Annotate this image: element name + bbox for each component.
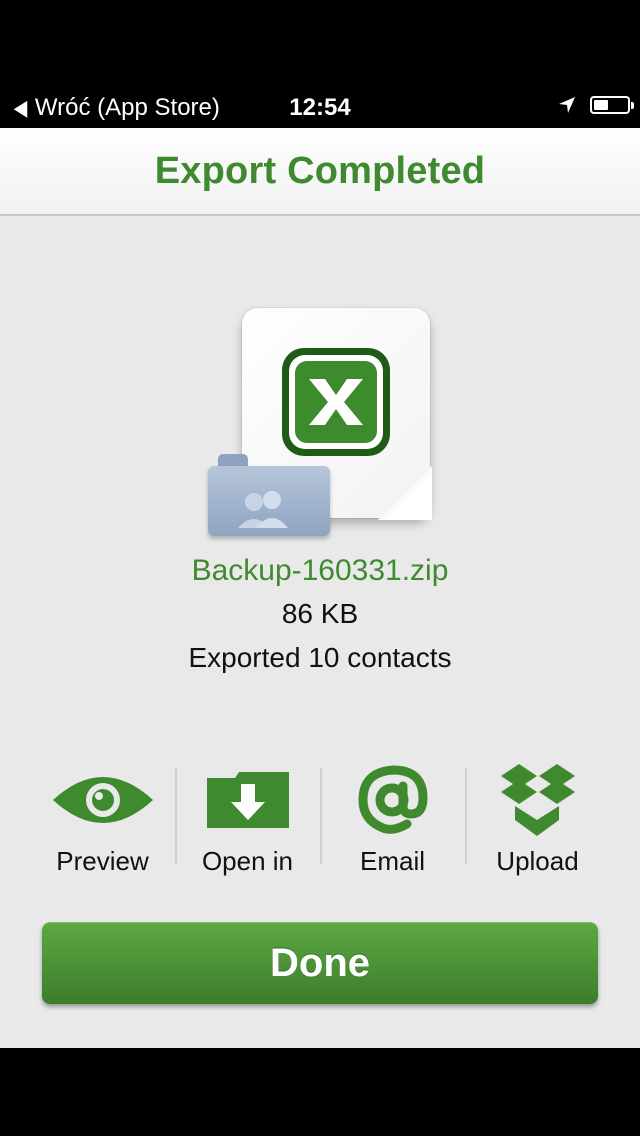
excel-icon [282,348,390,456]
folder-download-icon [205,764,291,836]
file-size: 86 KB [281,598,359,629]
status-time: 12:54 [289,94,351,121]
battery-level [594,100,608,110]
upload-label: Upload [496,846,579,876]
dropbox-icon [499,764,577,836]
email-label: Email [359,846,425,876]
preview-label: Preview [56,846,149,876]
share-actions: Preview Open in Email Upload [30,764,610,880]
eye-icon [51,764,155,836]
open-in-button[interactable]: Open in [175,764,320,880]
status-indicators [558,96,634,114]
location-arrow-icon [559,97,575,113]
open-in-label: Open in [201,846,294,876]
preview-button[interactable]: Preview [30,764,175,880]
email-button[interactable]: Email [320,764,465,880]
status-bar: ◀ Wróć (App Store) 12:54 [0,88,640,128]
export-summary: Backup-160331.zip 86 KB Exported 10 cont… [0,216,640,1048]
done-button[interactable]: Done [42,922,598,1004]
bottom-letterbox [0,1048,640,1136]
page-title: Export Completed [154,149,486,192]
contacts-folder-icon [208,454,330,536]
export-status: Exported 10 contacts [188,642,452,673]
exported-file-illustration [200,304,440,544]
navigation-bar: Export Completed [0,128,640,216]
battery-icon [590,96,634,114]
at-sign-icon [357,764,429,836]
upload-button[interactable]: Upload [465,764,610,880]
page-curl [378,466,432,520]
file-name: Backup-160331.zip [191,554,449,587]
